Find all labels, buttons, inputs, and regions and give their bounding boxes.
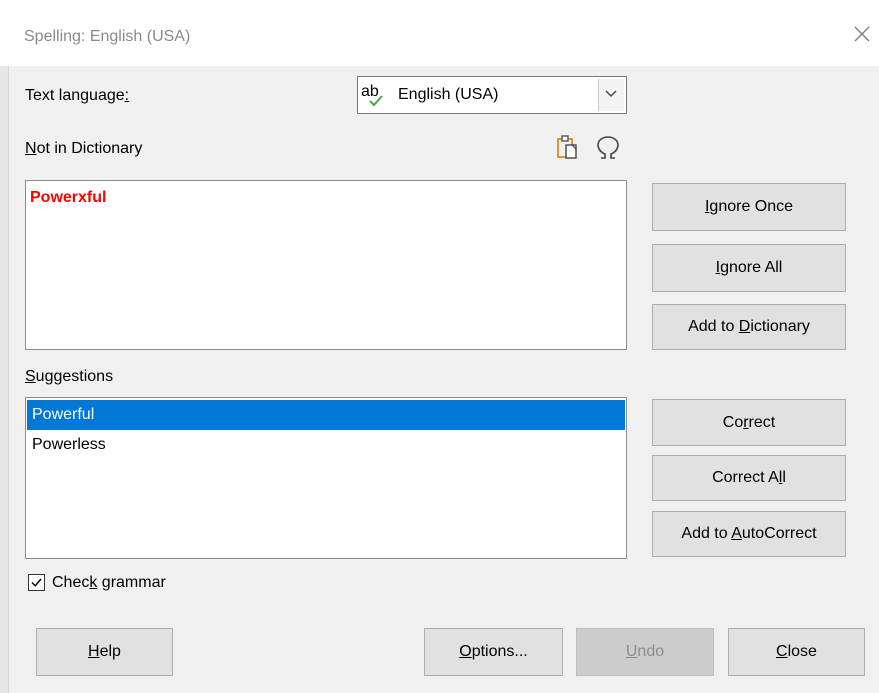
svg-text:ab: ab [361,83,379,100]
help-button[interactable]: Help [36,628,173,676]
title-bar: Spelling: English (USA) [0,0,879,66]
suggestions-label: Suggestions [25,368,114,385]
language-dropdown-button[interactable] [598,79,624,111]
options-button[interactable]: Options... [424,628,563,676]
text-language-select[interactable]: ab English (USA) [357,76,627,114]
add-to-dictionary-button[interactable]: Add to Dictionary [652,304,846,350]
special-character-icon[interactable] [594,133,622,163]
add-to-autocorrect-button[interactable]: Add to AutoCorrect [652,511,846,557]
text-language-value: English (USA) [398,86,499,103]
ignore-all-button[interactable]: Ignore All [652,244,846,292]
not-in-dictionary-label: Not in Dictionary [25,140,143,157]
correct-button[interactable]: Correct [652,399,846,446]
paste-icon[interactable] [555,133,583,163]
check-grammar-checkbox[interactable] [28,574,45,591]
spellcheck-icon: ab [361,83,383,107]
undo-button[interactable]: Undo [576,628,714,676]
ignore-once-button[interactable]: Ignore Once [652,183,846,231]
close-button[interactable]: Close [728,628,865,676]
window-title: Spelling: English (USA) [24,28,191,45]
suggestion-item[interactable]: Powerless [27,430,625,460]
suggestions-list[interactable]: Powerful Powerless [25,397,627,559]
text-language-label: Text language: [25,87,130,104]
chevron-down-icon [605,90,617,97]
suggestion-item[interactable]: Powerful [27,400,625,430]
window-left-edge [0,66,9,693]
not-in-dictionary-textbox[interactable]: Powerxful [25,180,627,350]
check-grammar-label[interactable]: Check grammar [52,574,166,592]
close-icon[interactable] [850,22,874,46]
misspelled-word: Powerxful [30,189,107,206]
correct-all-button[interactable]: Correct All [652,455,846,501]
checkmark-icon [31,578,42,587]
